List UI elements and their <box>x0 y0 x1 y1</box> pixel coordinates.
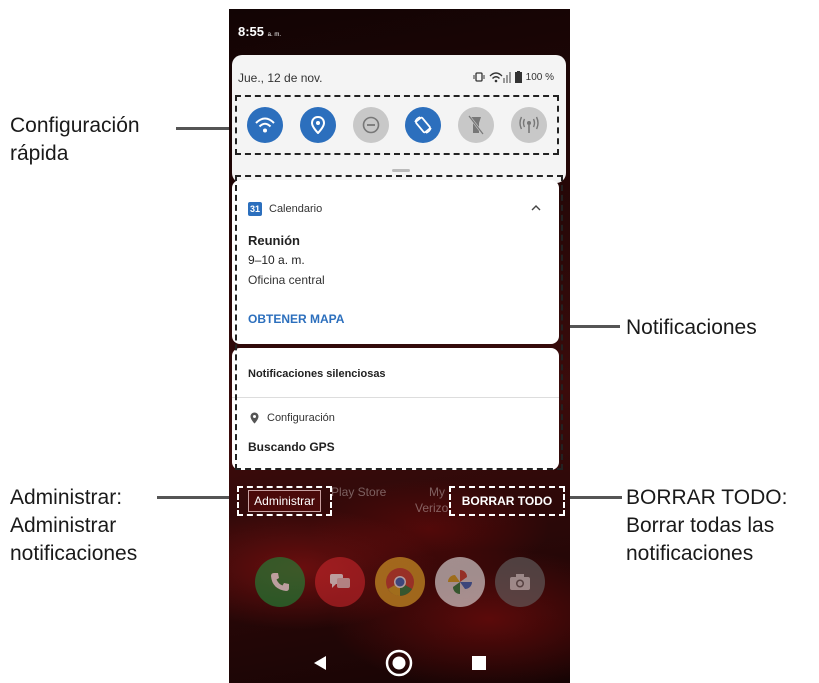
annotation-text: Configuración <box>10 114 140 137</box>
recents-icon <box>471 656 486 670</box>
clear-all-button-label: BORRAR TODO <box>461 494 553 508</box>
annotation-text: Administrar <box>10 514 117 537</box>
battery-percent: 100 % <box>525 71 554 83</box>
annotation-text: Borrar todas las <box>626 514 775 537</box>
phone-app[interactable] <box>255 557 305 607</box>
clear-all-button[interactable]: BORRAR TODO <box>449 486 565 516</box>
quick-settings-panel: Jue., 12 de nov. 100 % <box>232 55 566 183</box>
do-not-disturb-icon <box>362 116 379 134</box>
app-dock <box>255 557 545 607</box>
photos-icon <box>448 570 472 594</box>
leader-line <box>562 325 620 328</box>
annotation-text: rápida <box>10 142 69 165</box>
vibrate-icon <box>473 72 485 82</box>
qs-date: Jue., 12 de nov. <box>238 71 323 85</box>
leader-line <box>157 496 237 499</box>
signal-icon <box>489 72 511 83</box>
annotation-notifications: Notificaciones <box>626 316 757 339</box>
hotspot-icon <box>518 116 539 133</box>
tile-location[interactable] <box>299 107 336 143</box>
tile-flashlight[interactable] <box>457 107 494 143</box>
phone-screen: 8:55 a. m. Jue., 12 de nov. 100 % 31 Cal… <box>229 9 570 683</box>
chrome-app[interactable] <box>375 557 425 607</box>
annotation-text: notificaciones <box>10 542 138 565</box>
status-bar: 8:55 a. m. <box>238 24 281 39</box>
messages-app[interactable] <box>315 557 365 607</box>
annotation-quick-settings: Configuración rápida <box>10 112 140 168</box>
back-button[interactable] <box>313 655 327 671</box>
wifi-icon <box>255 117 276 133</box>
phone-icon <box>271 573 289 591</box>
annotation-text: Administrar: <box>10 486 123 509</box>
play-store-label: Play Store <box>331 485 387 499</box>
navigation-bar <box>229 643 570 683</box>
tile-hotspot[interactable] <box>510 107 547 143</box>
manage-button[interactable]: Administrar <box>237 486 332 516</box>
quick-settings-tiles <box>235 95 559 155</box>
annotation-text: BORRAR TODO: <box>626 486 788 509</box>
qs-drag-handle[interactable] <box>392 169 410 172</box>
back-icon <box>313 656 326 670</box>
messages-icon <box>330 574 350 588</box>
qs-status-icons: 100 % <box>473 71 554 83</box>
battery-icon <box>514 71 522 83</box>
home-icon <box>385 649 412 677</box>
annotation-text: notificaciones <box>626 542 754 565</box>
recents-button[interactable] <box>471 655 487 671</box>
status-time-suffix: a. m. <box>267 32 281 38</box>
photos-app[interactable] <box>435 557 485 607</box>
my-verizon-label-2: Verizo <box>415 501 449 515</box>
status-time: 8:55 <box>238 24 265 39</box>
chrome-icon <box>386 568 414 596</box>
flashlight-icon <box>467 115 484 135</box>
annotation-clear-all: BORRAR TODO: Borrar todas las notificaci… <box>626 484 787 568</box>
notifications-highlight <box>235 175 563 470</box>
leader-line <box>566 496 622 499</box>
auto-rotate-icon <box>414 116 432 134</box>
home-button[interactable] <box>384 648 414 678</box>
location-icon <box>310 116 325 134</box>
tile-auto-rotate[interactable] <box>405 107 442 143</box>
my-verizon-label-1: My <box>429 485 445 499</box>
camera-app[interactable] <box>495 557 545 607</box>
camera-icon <box>510 574 530 590</box>
tile-do-not-disturb[interactable] <box>352 107 389 143</box>
tile-wifi[interactable] <box>247 107 284 143</box>
annotation-manage: Administrar: Administrar notificaciones <box>10 484 137 568</box>
manage-button-label: Administrar <box>248 490 321 512</box>
